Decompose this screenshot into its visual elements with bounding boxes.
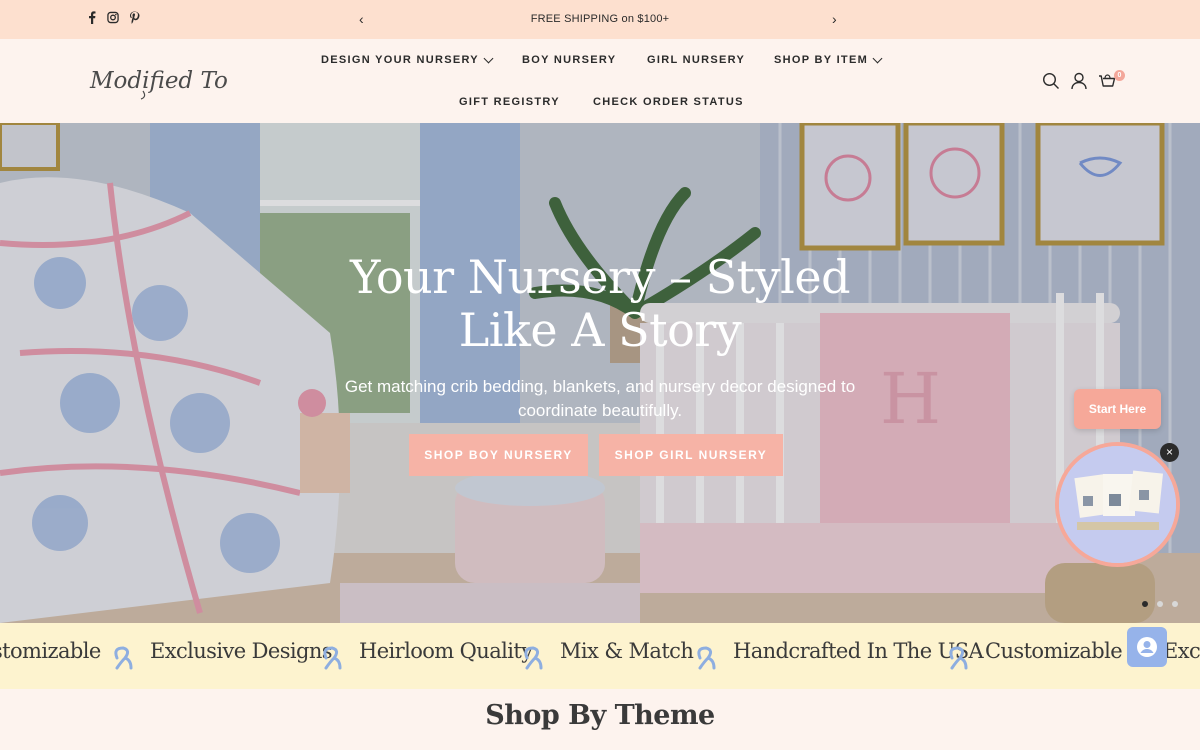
ribbon-icon <box>949 646 968 670</box>
slideshow-dots <box>1142 601 1178 607</box>
promo-widget[interactable] <box>1055 442 1180 567</box>
nav-label: GIRL NURSERY <box>647 54 746 66</box>
nav-label: SHOP BY ITEM <box>774 54 869 66</box>
nav-boy-nursery[interactable]: BOY NURSERY <box>522 54 616 66</box>
nav-label: CHECK ORDER STATUS <box>593 96 744 108</box>
marquee-item: Mix & Match <box>560 639 694 663</box>
ribbon-icon <box>524 646 543 670</box>
hero-banner: H Your Nursery – Styled Like A Story Get… <box>0 123 1200 623</box>
nav-gift-registry[interactable]: GIFT REGISTRY <box>459 96 560 108</box>
slide-dot-2[interactable] <box>1157 601 1163 607</box>
announcement-text: FREE SHIPPING on $100+ <box>530 13 670 25</box>
nav-label: DESIGN YOUR NURSERY <box>321 54 479 66</box>
hero-subtitle: Get matching crib bedding, blankets, and… <box>344 377 856 420</box>
promo-cards-image <box>1059 446 1176 563</box>
chat-button[interactable] <box>1127 627 1167 667</box>
cart-count-badge: 0 <box>1114 70 1125 81</box>
chevron-down-icon <box>872 53 883 63</box>
nav-label: BOY NURSERY <box>522 54 617 66</box>
ribbon-icon <box>697 646 716 670</box>
announcement-next-button[interactable]: › <box>832 11 837 27</box>
slide-dot-1[interactable] <box>1142 601 1148 607</box>
marquee-item: Exclu <box>1163 639 1200 663</box>
search-icon[interactable] <box>1042 72 1060 90</box>
widget-close-button[interactable]: × <box>1160 443 1179 462</box>
nav-shop-by-item[interactable]: SHOP BY ITEM <box>774 53 883 66</box>
marquee-item: Handcrafted In The USA <box>733 639 984 663</box>
ribbon-icon <box>323 646 342 670</box>
nav-label: GIFT REGISTRY <box>459 96 560 108</box>
start-here-button[interactable]: Start Here <box>1074 389 1161 429</box>
chevron-down-icon <box>483 53 494 63</box>
features-marquee: stomizable Exclusive Designs Heirloom Qu… <box>0 623 1200 689</box>
marquee-item: Exclusive Designs <box>150 639 333 663</box>
nav-girl-nursery[interactable]: GIRL NURSERY <box>647 54 745 66</box>
hero-title: Your Nursery – Styled Like A Story <box>349 250 851 357</box>
hero-overlay <box>0 123 1200 623</box>
nav-design-your-nursery[interactable]: DESIGN YOUR NURSERY <box>321 53 494 66</box>
account-icon[interactable] <box>1070 72 1088 90</box>
ribbon-icon <box>114 646 133 670</box>
logo-text: Modified Tot <box>89 68 228 94</box>
nav-check-order-status[interactable]: CHECK ORDER STATUS <box>593 96 744 108</box>
section-title: Shop By Theme <box>485 700 715 731</box>
announcement-bar: ‹ FREE SHIPPING on $100+ › <box>0 0 1200 39</box>
user-chat-icon <box>1137 637 1157 657</box>
shop-girl-nursery-button[interactable]: SHOP GIRL NURSERY <box>599 434 783 476</box>
slide-dot-3[interactable] <box>1172 601 1178 607</box>
marquee-item: Heirloom Quality <box>359 639 533 663</box>
site-header: Modified Tot DESIGN YOUR NURSERY BOY NUR… <box>0 39 1200 123</box>
marquee-item: Customizable <box>985 639 1123 663</box>
marquee-item: stomizable <box>0 639 101 663</box>
shop-boy-nursery-button[interactable]: SHOP BOY NURSERY <box>409 434 588 476</box>
logo[interactable]: Modified Tot <box>88 61 238 101</box>
logo-wordmark-icon: Modified Tot <box>89 68 238 100</box>
